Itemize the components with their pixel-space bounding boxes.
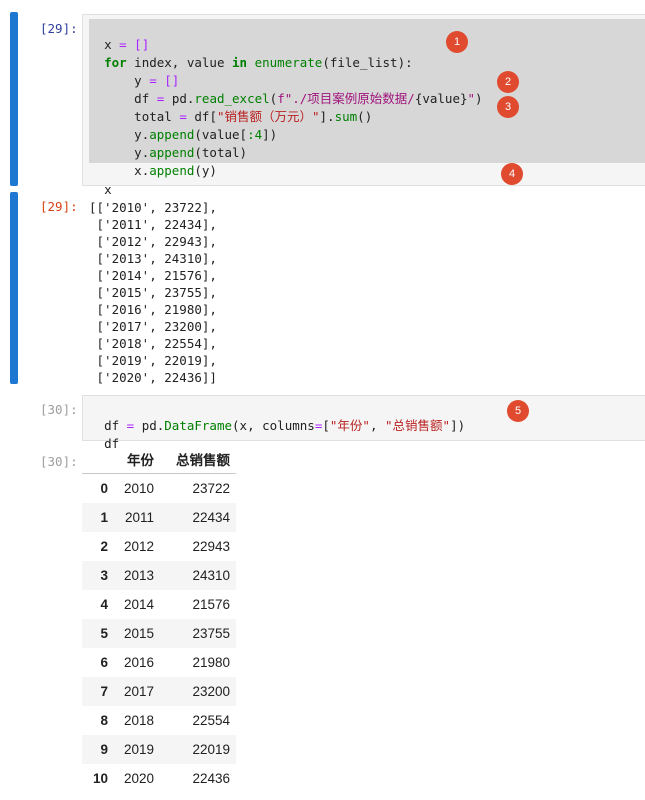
- output-line: ['2016', 21980],: [89, 302, 217, 317]
- code-line-4: df = pd.read_excel(f"./项目案例原始数据/{value}"…: [104, 91, 483, 106]
- code-line-5: total = df["销售额（万元）"].sum(): [104, 109, 373, 124]
- cell-year: 2018: [123, 713, 154, 728]
- annotation-badge-5: 5: [507, 400, 529, 422]
- row-index: 4: [100, 597, 108, 612]
- code-line-7: y.append(total): [104, 145, 248, 160]
- cell-total-sales: 24310: [192, 568, 230, 583]
- column-header-total-sales: 总销售额: [160, 444, 236, 474]
- table-row: 6 2016 21980: [82, 648, 236, 677]
- code-line-9: x: [104, 182, 112, 197]
- output-prompt: [29]:: [40, 199, 78, 214]
- cell-total-sales: 22434: [192, 510, 230, 525]
- output-line: ['2020', 22436]]: [89, 370, 217, 385]
- code-line-1: df = pd.DataFrame(x, columns=["年份", "总销售…: [104, 418, 466, 433]
- annotation-badge-2: 2: [497, 71, 519, 93]
- output-line: ['2015', 23755],: [89, 285, 217, 300]
- code-line-2: for index, value in enumerate(file_list)…: [104, 55, 413, 70]
- column-header-year: 年份: [116, 444, 160, 474]
- code-line-2: df: [104, 436, 120, 451]
- table-row: 2 2012 22943: [82, 532, 236, 561]
- table-header-row: 年份 总销售额: [82, 444, 236, 474]
- cell-year: 2011: [124, 510, 154, 525]
- cell-year: 2017: [123, 684, 154, 699]
- row-index: 7: [100, 684, 108, 699]
- table-row: 0 2010 23722: [82, 474, 236, 504]
- cell-year: 2014: [123, 597, 154, 612]
- cell-year: 2010: [123, 481, 154, 496]
- cell-selection-bar-output: [10, 192, 18, 384]
- table-row: 9 2019 22019: [82, 735, 236, 764]
- table-row: 3 2013 24310: [82, 561, 236, 590]
- dataframe-table: 年份 总销售额 0 2010 23722 1 2011 22434 2 2012 22943…: [82, 444, 236, 793]
- cell-total-sales: 22943: [192, 539, 230, 554]
- cell-year: 2020: [123, 771, 154, 786]
- output-line: ['2019', 22019],: [89, 353, 217, 368]
- cell-total-sales: 23200: [192, 684, 230, 699]
- cell-selection-bar-input: [10, 12, 18, 186]
- cell-total-sales: 22554: [192, 713, 230, 728]
- annotation-badge-3: 3: [497, 96, 519, 118]
- annotation-badge-1: 1: [446, 31, 468, 53]
- index-header: [82, 444, 116, 474]
- row-index: 3: [100, 568, 108, 583]
- output-line: ['2011', 22434],: [89, 217, 217, 232]
- output-line: ['2012', 22943],: [89, 234, 217, 249]
- output-line: ['2014', 21576],: [89, 268, 217, 283]
- output-line: ['2013', 24310],: [89, 251, 217, 266]
- table-row: 4 2014 21576: [82, 590, 236, 619]
- row-index: 10: [92, 771, 108, 786]
- cell-total-sales: 21576: [192, 597, 230, 612]
- cell-total-sales: 21980: [192, 655, 230, 670]
- cell-year: 2015: [123, 626, 154, 641]
- output-line: [['2010', 23722],: [89, 200, 217, 215]
- table-row: 10 2020 22436: [82, 764, 236, 793]
- cell-year: 2012: [123, 539, 154, 554]
- cell-year: 2019: [123, 742, 154, 757]
- row-index: 5: [100, 626, 108, 641]
- output-line: ['2017', 23200],: [89, 319, 217, 334]
- cell-year: 2013: [123, 568, 154, 583]
- table-row: 8 2018 22554: [82, 706, 236, 735]
- code-line-8: x.append(y): [104, 163, 217, 178]
- output-line: ['2018', 22554],: [89, 336, 217, 351]
- code-line-1: x = []: [104, 37, 150, 52]
- table-row: 7 2017 23200: [82, 677, 236, 706]
- row-index: 1: [100, 510, 108, 525]
- row-index: 6: [100, 655, 108, 670]
- input-prompt: [30]:: [40, 402, 78, 417]
- annotation-badge-4: 4: [501, 163, 523, 185]
- output-prompt: [30]:: [40, 454, 78, 469]
- code-line-3: y = []: [104, 73, 180, 88]
- row-index: 2: [100, 539, 108, 554]
- cell-total-sales: 23722: [192, 481, 230, 496]
- cell-total-sales: 22436: [192, 771, 230, 786]
- input-prompt: [29]:: [40, 21, 78, 36]
- code-line-6: y.append(value[:4]): [104, 127, 278, 142]
- row-index: 0: [100, 481, 108, 496]
- table-row: 5 2015 23755: [82, 619, 236, 648]
- cell-total-sales: 22019: [192, 742, 230, 757]
- table-row: 1 2011 22434: [82, 503, 236, 532]
- cell-year: 2016: [123, 655, 154, 670]
- row-index: 8: [100, 713, 108, 728]
- cell-total-sales: 23755: [192, 626, 230, 641]
- row-index: 9: [100, 742, 108, 757]
